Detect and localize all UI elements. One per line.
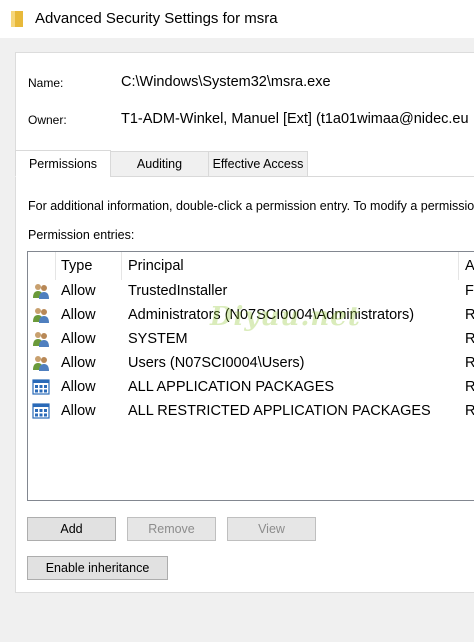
- tab-auditing[interactable]: Auditing: [110, 151, 209, 177]
- entry-principal: Users (N07SCI0004\Users): [128, 355, 305, 371]
- app-packages-icon: [32, 403, 50, 419]
- table-row[interactable]: Allow Administrators (N07SCI0004\Adminis…: [28, 303, 474, 327]
- enable-inheritance-button[interactable]: Enable inheritance: [27, 556, 168, 580]
- entry-type: Allow: [61, 355, 96, 371]
- permission-entries-label: Permission entries:: [28, 228, 135, 242]
- entry-type: Allow: [61, 379, 96, 395]
- window-title: Advanced Security Settings for msra: [35, 10, 278, 27]
- table-row[interactable]: Allow TrustedInstaller Fu: [28, 279, 474, 303]
- permission-entries-list[interactable]: Type Principal A Allow TrustedInstaller …: [27, 251, 474, 501]
- entry-type: Allow: [61, 283, 96, 299]
- entry-type: Allow: [61, 307, 96, 323]
- users-icon: [33, 332, 49, 347]
- users-icon: [33, 308, 49, 323]
- entry-type: Allow: [61, 331, 96, 347]
- entry-access: Re: [465, 399, 474, 423]
- entry-principal: SYSTEM: [128, 331, 188, 347]
- table-row[interactable]: Allow ALL RESTRICTED APPLICATION PACKAGE…: [28, 399, 474, 423]
- entry-principal: Administrators (N07SCI0004\Administrator…: [128, 307, 415, 323]
- users-icon: [33, 284, 49, 299]
- table-row[interactable]: Allow Users (N07SCI0004\Users) Re: [28, 351, 474, 375]
- entry-access: Re: [465, 351, 474, 375]
- owner-value: T1-ADM-Winkel, Manuel [Ext] (t1a01wimaa@…: [121, 111, 469, 127]
- column-header-icon[interactable]: [28, 252, 56, 281]
- name-value: C:\Windows\System32\msra.exe: [121, 74, 331, 90]
- tab-permissions[interactable]: Permissions: [15, 150, 111, 177]
- folder-icon: [11, 11, 23, 27]
- entry-principal: ALL RESTRICTED APPLICATION PACKAGES: [128, 403, 431, 419]
- title-bar: Advanced Security Settings for msra: [0, 0, 474, 38]
- column-header-type[interactable]: Type: [61, 252, 92, 281]
- column-separator[interactable]: [458, 252, 459, 280]
- entry-access: Re: [465, 303, 474, 327]
- column-header-principal[interactable]: Principal: [128, 252, 184, 281]
- info-text: For additional information, double-click…: [28, 199, 474, 213]
- users-icon: [33, 356, 49, 371]
- column-header-access[interactable]: A: [465, 252, 474, 281]
- tab-effective-access[interactable]: Effective Access: [208, 151, 308, 177]
- entry-principal: ALL APPLICATION PACKAGES: [128, 379, 335, 395]
- entry-access: Re: [465, 327, 474, 351]
- column-separator[interactable]: [121, 252, 122, 280]
- entry-type: Allow: [61, 403, 96, 419]
- entry-principal: TrustedInstaller: [128, 283, 228, 299]
- entry-access: Re: [465, 375, 474, 399]
- entry-access: Fu: [465, 283, 474, 299]
- owner-label: Owner:: [28, 113, 67, 127]
- view-button[interactable]: View: [227, 517, 316, 541]
- table-row[interactable]: Allow SYSTEM Re: [28, 327, 474, 351]
- app-packages-icon: [32, 379, 50, 395]
- table-row[interactable]: Allow ALL APPLICATION PACKAGES Re: [28, 375, 474, 399]
- column-separator[interactable]: [55, 252, 56, 280]
- add-button[interactable]: Add: [27, 517, 116, 541]
- remove-button[interactable]: Remove: [127, 517, 216, 541]
- name-label: Name:: [28, 76, 64, 90]
